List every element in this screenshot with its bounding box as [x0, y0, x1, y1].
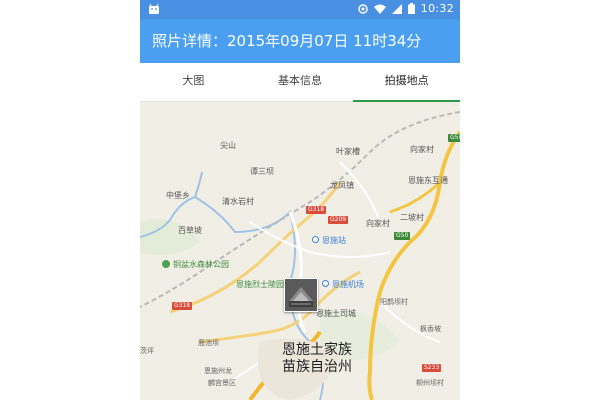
map-label-erpocun: 二坡村: [400, 213, 424, 222]
map-label-longlin2: 麟宫景区: [208, 379, 236, 387]
road-shield-s233: S233: [422, 364, 442, 372]
android-icon: [149, 3, 159, 14]
status-time: 10:32: [420, 2, 454, 15]
phone-screen: 10:32 照片详情：2015年09月07日 11时34分 大图 基本信息 拍摄…: [140, 0, 460, 400]
map-label-park: 铜盆水森林公园: [173, 260, 229, 269]
map-label-lieshi: 恩施烈士陵园: [236, 280, 284, 289]
map-label-prefecture-line2: 苗族自治州: [282, 359, 352, 375]
map-label-tanxiaba: 谭三坝: [250, 167, 274, 176]
cell-signal-icon: [391, 3, 402, 14]
tab-basic-info[interactable]: 基本信息: [247, 63, 354, 101]
map-label-enshi-east: 恩施东互通: [408, 176, 448, 185]
park-icon: [162, 260, 170, 268]
tab-bar: 大图 基本信息 拍摄地点: [140, 63, 460, 102]
road-shield-g209: G209: [328, 216, 349, 224]
tab-shooting-location[interactable]: 拍摄地点: [353, 63, 460, 102]
map-view[interactable]: 尖山 谭三坝 叶家槽 向家村 恩施东互通 中堡乡 龙凤镇 向家村 二坡村 清水岩…: [140, 102, 460, 400]
airport-icon: [322, 280, 329, 287]
road-shield-g50: G50: [448, 134, 460, 142]
map-label-jing: 茨坪: [140, 347, 154, 355]
photo-thumbnail-icon: [285, 279, 317, 311]
map-label-qingshuiyan: 清水岩村: [222, 197, 254, 206]
status-bar: 10:32: [140, 0, 460, 19]
map-label-xiangjiacun: 向家村: [410, 145, 434, 154]
road-shield-g50-b: G50: [394, 232, 411, 240]
map-label-baicaopo: 百草坡: [178, 226, 202, 235]
road-shield-g318-b: G318: [172, 302, 193, 310]
map-label-liujiaba: 柳州坝村: [416, 379, 444, 387]
map-label-yangpingba: 阳鹊坝村: [380, 298, 408, 306]
map-label-jianshan: 尖山: [220, 141, 236, 150]
map-label-longfeng: 龙凤镇: [330, 181, 354, 190]
app-header: 照片详情：2015年09月07日 11时34分: [140, 19, 460, 63]
battery-icon: [407, 3, 415, 14]
wifi-icon: [373, 4, 386, 14]
map-label-zhongbao: 中堡乡: [166, 191, 190, 200]
map-label-enshi-station: 恩施站: [322, 236, 346, 245]
map-label-longlin: 恩施州龙: [204, 367, 232, 375]
train-station-icon: [312, 236, 319, 243]
map-label-luchiba: 鹿池坝: [198, 339, 219, 347]
tab-large-image[interactable]: 大图: [140, 63, 247, 101]
sync-icon: [358, 3, 368, 14]
map-label-tusi: 恩施土司城: [316, 309, 356, 318]
map-label-yejiacao: 叶家槽: [336, 147, 360, 156]
map-label-fengxiangpo: 枫香坡: [420, 325, 441, 333]
map-label-airport: 恩施机场: [332, 280, 364, 289]
map-label-prefecture: 恩施土家族 苗族自治州: [282, 342, 352, 376]
page-title: 照片详情：2015年09月07日 11时34分: [152, 32, 422, 50]
photo-location-marker[interactable]: [284, 278, 318, 312]
map-label-prefecture-line1: 恩施土家族: [282, 342, 352, 358]
map-label-xiangjiacun2: 向家村: [366, 219, 390, 228]
road-shield-g318: G318: [306, 206, 327, 214]
